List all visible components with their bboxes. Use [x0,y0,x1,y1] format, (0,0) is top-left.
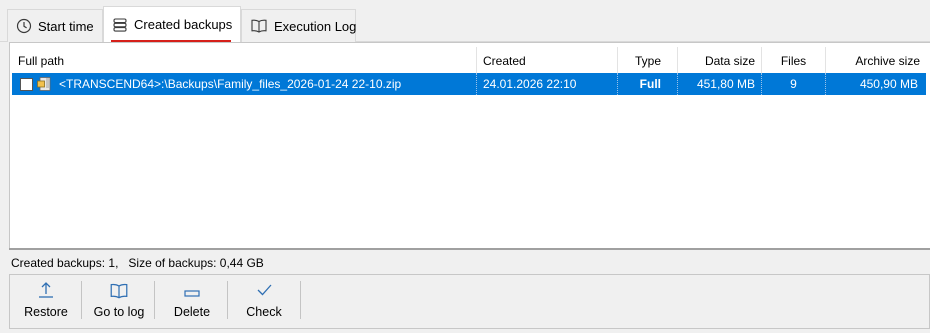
go-to-log-button-label: Go to log [93,305,145,319]
table-row[interactable]: <TRANSCEND64>:\Backups\Family_files_2026… [12,73,926,95]
table-header: Full path Created Type Data size Files A… [10,47,930,75]
active-tab-indicator [111,40,231,42]
tab-created-backups[interactable]: Created backups [103,6,241,42]
go-to-log-button[interactable]: Go to log [86,280,152,324]
delete-button-label: Delete [173,305,211,319]
toolbar-separator [154,281,155,319]
checkmark-icon [254,280,274,300]
cell-type: Full [618,73,678,95]
delete-button[interactable]: Delete [160,280,224,324]
toolbar-separator [81,281,82,319]
panel-divider [9,248,930,250]
column-header-archive-size[interactable]: Archive size [826,47,930,75]
status-text: Created backups: 1, Size of backups: 0,4… [11,256,264,270]
restore-button-label: Restore [24,305,68,319]
backups-table: Full path Created Type Data size Files A… [9,42,930,250]
column-header-full-path[interactable]: Full path [10,47,477,75]
toolbar-separator [227,281,228,319]
cell-full-path: <TRANSCEND64>:\Backups\Family_files_2026… [52,73,477,95]
check-button-label: Check [246,305,282,319]
database-icon [112,17,128,33]
tab-start-time[interactable]: Start time [7,9,103,42]
toolbar-separator [300,281,301,319]
tab-label: Execution Log [274,18,357,34]
clock-icon [16,18,32,34]
minus-icon [182,280,202,300]
row-checkbox[interactable] [20,78,33,91]
column-header-files[interactable]: Files [762,47,826,75]
check-button[interactable]: Check [232,280,296,324]
cell-archive-size: 450,90 MB [859,77,918,91]
action-toolbar: Restore Go to log Delete Check [9,274,930,329]
tab-label: Created backups [134,17,233,32]
book-icon [109,280,129,300]
upload-icon [36,280,56,300]
cell-data-size: 451,80 MB [678,73,762,95]
tab-bar: Start time Created backups Execution Log [0,0,930,42]
book-icon [250,18,268,34]
restore-button[interactable]: Restore [16,280,76,324]
tab-label: Start time [38,18,94,34]
zip-archive-icon [37,76,53,95]
column-header-type[interactable]: Type [618,47,678,75]
column-header-data-size[interactable]: Data size [678,47,762,75]
cell-files: 9 [762,73,826,95]
tab-execution-log[interactable]: Execution Log [241,9,356,42]
cell-created: 24.01.2026 22:10 [477,73,618,95]
column-header-created[interactable]: Created [477,47,618,75]
